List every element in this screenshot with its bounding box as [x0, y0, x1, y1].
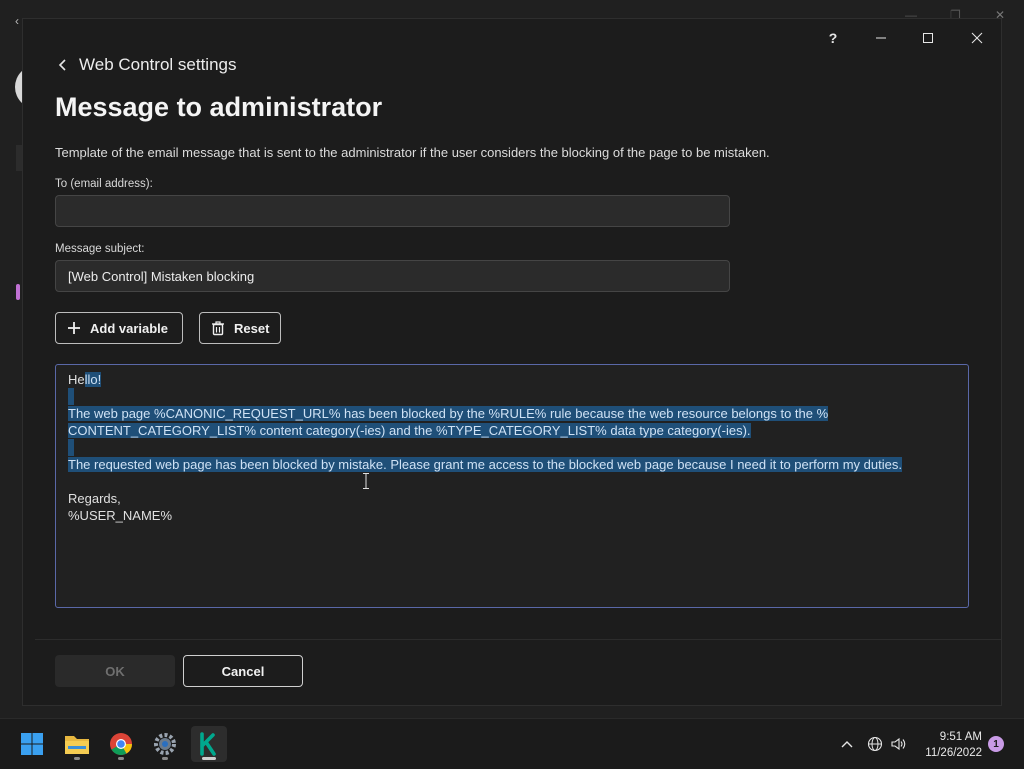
chrome-button[interactable] — [103, 726, 139, 762]
message-paragraph-1: The web page %CANONIC_REQUEST_URL% has b… — [68, 405, 956, 422]
blank-line — [68, 439, 956, 456]
clock-time: 9:51 AM — [939, 731, 982, 743]
start-icon — [21, 733, 43, 755]
background-accent-marker — [16, 284, 20, 300]
message-body-textarea[interactable]: Hello! The web page %CANONIC_REQUEST_URL… — [55, 364, 969, 608]
notification-badge[interactable]: 1 — [988, 736, 1004, 752]
plus-icon — [66, 320, 82, 336]
close-button[interactable] — [962, 25, 992, 51]
running-indicator — [74, 757, 80, 760]
to-field-label: To (email address): — [55, 178, 153, 190]
page-title: Message to administrator — [55, 92, 383, 122]
active-indicator — [202, 757, 216, 760]
message-regards: Regards, — [68, 491, 121, 506]
subject-input[interactable] — [55, 260, 730, 292]
ok-button[interactable]: OK — [55, 655, 175, 687]
message-signature: %USER_NAME% — [68, 508, 173, 523]
trash-icon — [210, 320, 226, 336]
close-icon — [971, 32, 983, 44]
greeting-prefix: He — [68, 372, 85, 387]
reset-label: Reset — [234, 320, 270, 336]
minimize-icon — [876, 37, 886, 39]
cancel-button[interactable]: Cancel — [183, 655, 303, 687]
reset-button[interactable]: Reset — [199, 312, 281, 344]
chrome-icon — [110, 733, 132, 755]
volume-button[interactable] — [889, 734, 909, 754]
paragraph-2-text: The requested web page has been blocked … — [68, 457, 902, 472]
greeting-selected-text: llo! — [84, 372, 102, 387]
settings-button[interactable] — [147, 726, 183, 762]
file-explorer-icon — [65, 736, 89, 754]
message-greeting: Hello! — [68, 371, 956, 388]
paragraph-1-line-1: The web page %CANONIC_REQUEST_URL% has b… — [68, 406, 829, 421]
paragraph-1-line-2: CONTENT_CATEGORY_LIST% content category(… — [68, 423, 751, 438]
message-paragraph-2: The requested web page has been blocked … — [68, 456, 956, 473]
maximize-icon — [923, 33, 933, 43]
blank-line — [68, 388, 956, 405]
running-indicator — [118, 757, 124, 760]
kaspersky-button[interactable] — [191, 726, 227, 762]
globe-icon — [867, 736, 883, 752]
message-to-administrator-dialog: ? Web Control settings Message to admini… — [22, 18, 1002, 706]
file-explorer-button[interactable] — [59, 726, 95, 762]
page-description: Template of the email message that is se… — [55, 145, 770, 160]
speaker-icon — [891, 737, 906, 751]
breadcrumb-back-link[interactable]: Web Control settings — [55, 55, 236, 75]
taskbar-clock[interactable]: 9:51 AM 11/26/2022 — [912, 729, 982, 761]
maximize-button[interactable] — [913, 25, 943, 51]
message-paragraph-1-cont: CONTENT_CATEGORY_LIST% content category(… — [68, 422, 956, 439]
add-variable-button[interactable]: Add variable — [55, 312, 183, 344]
running-indicator — [162, 757, 168, 760]
chevron-up-icon — [841, 741, 853, 748]
help-button[interactable]: ? — [818, 25, 848, 51]
breadcrumb-label: Web Control settings — [79, 55, 237, 74]
kaspersky-icon — [200, 732, 216, 756]
subject-field-label: Message subject: — [55, 243, 145, 255]
footer-divider — [35, 639, 1001, 640]
add-variable-label: Add variable — [90, 320, 169, 336]
minimize-button[interactable] — [866, 25, 896, 51]
to-email-input[interactable] — [55, 195, 730, 227]
network-button[interactable] — [865, 734, 885, 754]
show-hidden-icons-button[interactable] — [837, 734, 857, 754]
settings-icon — [154, 733, 176, 755]
chevron-left-icon — [55, 56, 71, 74]
background-back-icon: ‹ — [15, 14, 19, 28]
taskbar: 9:51 AM 11/26/2022 1 — [0, 718, 1024, 769]
text-cursor-icon — [363, 473, 369, 489]
start-button[interactable] — [14, 726, 50, 762]
clock-date: 11/26/2022 — [925, 747, 982, 759]
